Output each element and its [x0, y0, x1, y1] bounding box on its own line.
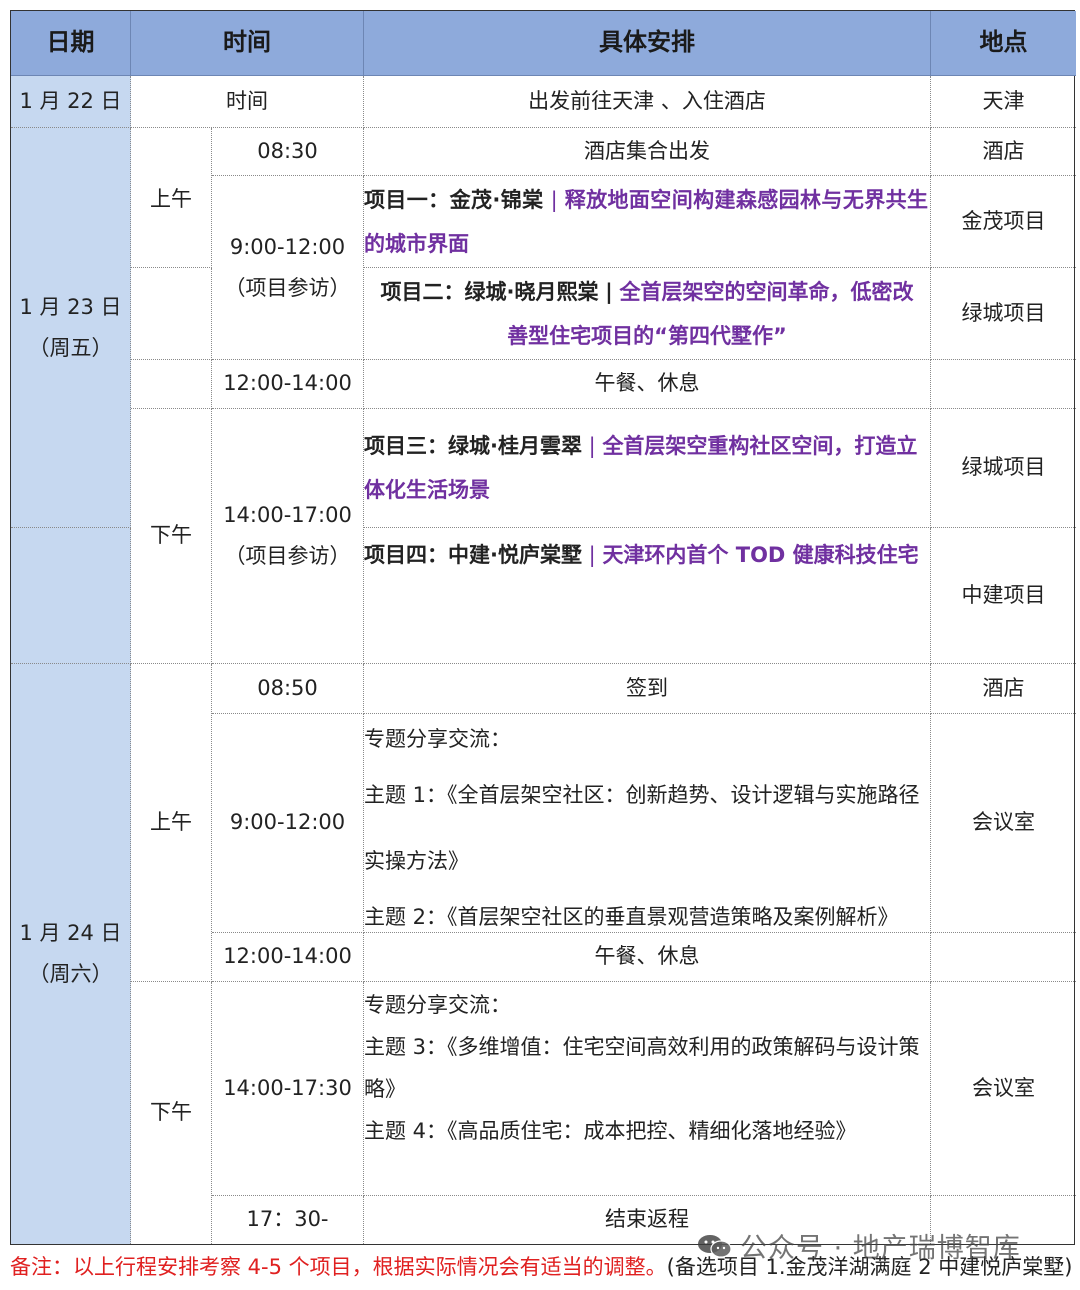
pm-session-intro: 专题分享交流：: [364, 993, 511, 1017]
day3-pm-session-time: 14:00-17:30: [212, 982, 364, 1196]
day3-weekday: （周六）: [28, 962, 113, 986]
day2-r1-location: 酒店: [931, 128, 1076, 176]
day2-r1-arrangement: 酒店集合出发: [364, 128, 931, 176]
am-session-intro: 专题分享交流：: [364, 727, 511, 751]
day3-pm-session-location: 会议室: [931, 982, 1076, 1196]
project4-location: 中建项目: [931, 528, 1076, 664]
project2-location: 绿城项目: [931, 268, 1076, 360]
day2-lunch-time: 12:00-14:00: [212, 360, 364, 409]
day2-date-cell-lower: [11, 528, 131, 664]
day3-r1-arrangement: 签到: [364, 664, 931, 714]
day3-date-cell: 1 月 24 日 （周六）: [11, 664, 131, 1244]
day2-visit-pm-time: 14:00-17:00: [223, 503, 352, 528]
day1-date: 1 月 22 日: [11, 76, 131, 128]
day3-r1-location: 酒店: [931, 664, 1076, 714]
itinerary-table: 日期 时间 具体安排 地点 1 月 22 日 时间 出发前往天津 、入住酒店 天…: [10, 10, 1076, 1245]
topic-1: 主题 1：《全首层架空社区：创新趋势、设计逻辑与实施路径实操方法》: [364, 783, 920, 873]
project4-cell: 项目四：中建·悦庐棠墅 | 天津环内首个 TOD 健康科技住宅: [364, 528, 931, 664]
day3-am-session-location: 会议室: [931, 714, 1076, 933]
project3-cell: 项目三：绿城·桂月雲翠 | 全首层架空重构社区空间，打造立体化生活场景: [364, 409, 931, 528]
header-arrangement: 具体安排: [364, 11, 931, 76]
project1-location: 金茂项目: [931, 176, 1076, 268]
footnote-red: 备注：以上行程安排考察 4-5 个项目，根据实际情况会有适当的调整。: [10, 1255, 667, 1279]
project4-separator: |: [588, 543, 596, 567]
project1-separator: |: [550, 187, 558, 212]
day3-r1-time: 08:50: [212, 664, 364, 714]
day2-visit-pm-time-cell: 14:00-17:00 （项目参访）: [212, 409, 364, 664]
project2-cell: 项目二：绿城·晓月熙棠 | 全首层架空的空间革命，低密改善型住宅项目的“第四代墅…: [364, 268, 931, 360]
project2-separator: |: [605, 279, 613, 304]
day2-r1-time: 08:30: [212, 128, 364, 176]
wechat-icon: [698, 1235, 732, 1258]
day3-end-time: 17：30-: [212, 1196, 364, 1244]
day1-arrangement: 出发前往天津 、入住酒店: [364, 76, 931, 128]
day2-date: 1 月 23 日: [19, 294, 122, 319]
project1-label: 项目一：金茂·锦棠: [364, 187, 544, 212]
project3-location: 绿城项目: [931, 409, 1076, 528]
header-location: 地点: [931, 11, 1076, 76]
day1-time: 时间: [131, 76, 364, 128]
day2-am: 上午: [131, 128, 212, 268]
day3-lunch-time: 12:00-14:00: [212, 933, 364, 982]
day3-am-session-cell: 专题分享交流： 主题 1：《全首层架空社区：创新趋势、设计逻辑与实施路径实操方法…: [364, 714, 931, 933]
header-time: 时间: [131, 11, 364, 76]
day2-visit-am-time-cell: 9:00-12:00 （项目参访）: [212, 176, 364, 360]
day2-visit-pm-note: （项目参访）: [224, 544, 351, 568]
day2-visit-am-time: 9:00-12:00: [229, 234, 346, 259]
project3-separator: |: [588, 434, 596, 458]
day2-pm: 下午: [131, 409, 212, 664]
day3-date: 1 月 24 日: [19, 921, 122, 946]
day3-lunch-location: [931, 933, 1076, 982]
day2-am-spacer: [131, 268, 212, 360]
day3-am-session-time: 9:00-12:00: [212, 714, 364, 933]
topic-4: 主题 4：《高品质住宅：成本把控、精细化落地经验》: [364, 1119, 857, 1143]
project3-label: 项目三：绿城·桂月雲翠: [364, 434, 582, 458]
day2-lunch-arrangement: 午餐、休息: [364, 360, 931, 409]
project4-label: 项目四：中建·悦庐棠墅: [364, 543, 582, 567]
day3-pm-session-cell: 专题分享交流： 主题 3：《多维增值：住宅空间高效利用的政策解码与设计策略》 主…: [364, 982, 931, 1196]
day2-weekday: （周五）: [28, 335, 113, 360]
day2-lunch-spacer: [131, 360, 212, 409]
project2-label: 项目二：绿城·晓月熙棠: [380, 279, 599, 304]
day3-pm: 下午: [131, 982, 212, 1244]
project4-description: 天津环内首个 TOD 健康科技住宅: [602, 543, 919, 567]
day3-lunch-arrangement: 午餐、休息: [364, 933, 931, 982]
day2-visit-am-note: （项目参访）: [224, 275, 351, 300]
topic-3: 主题 3：《多维增值：住宅空间高效利用的政策解码与设计策略》: [364, 1035, 920, 1101]
watermark: 公众号 · 地产瑞博智库: [740, 1233, 1021, 1264]
header-date: 日期: [11, 11, 131, 76]
project1-cell: 项目一：金茂·锦棠 | 释放地面空间构建森感园林与无界共生的城市界面: [364, 176, 931, 268]
day2-date-cell: 1 月 23 日 （周五）: [11, 128, 131, 528]
day1-location: 天津: [931, 76, 1076, 128]
day2-lunch-location: [931, 360, 1076, 409]
day3-am: 上午: [131, 664, 212, 982]
